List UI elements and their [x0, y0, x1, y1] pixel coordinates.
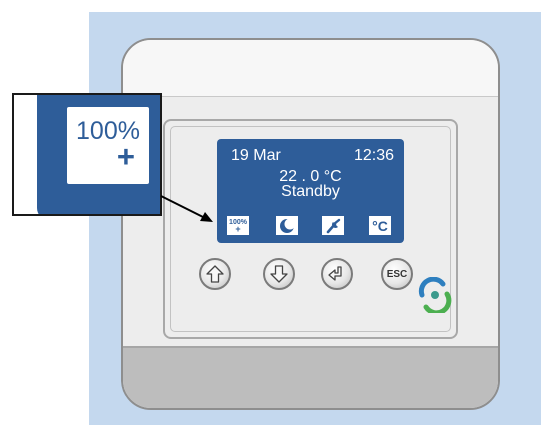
esc-button[interactable]: ESC [381, 258, 413, 290]
wrench-icon-glyph [326, 218, 341, 233]
boost-plus-label: + [235, 223, 241, 234]
zoom-percent-label: 100% [76, 117, 140, 145]
zoom-boost-card: 100% + [67, 107, 149, 184]
display-date: 19 Mar [231, 147, 281, 164]
device-top-section [123, 40, 498, 97]
display-time: 12:36 [353, 147, 394, 164]
enter-icon [328, 266, 342, 281]
moon-icon[interactable] [276, 216, 298, 235]
up-arrow-icon [206, 265, 224, 283]
device-bottom-section [123, 346, 498, 408]
down-button[interactable] [263, 258, 295, 290]
enter-button[interactable] [321, 258, 353, 290]
wrench-icon[interactable] [322, 216, 344, 235]
zoom-plus-label: + [116, 139, 135, 174]
celsius-icon[interactable]: °C [369, 216, 391, 235]
up-button[interactable] [199, 258, 231, 290]
boost-icon[interactable]: 100% + [227, 216, 249, 235]
moon-icon-glyph [280, 218, 295, 233]
brand-logo-icon [418, 277, 452, 313]
display-mode: Standby [281, 183, 340, 200]
lcd-screen: 19 Mar 12:36 22 . 0 °C Standby 100% + °C [217, 139, 404, 243]
display-temperature: 22 . 0 °C [279, 168, 342, 185]
down-arrow-icon [270, 265, 288, 283]
zoom-panel: 100% + [37, 95, 160, 214]
zoom-callout: 100% + [12, 93, 162, 216]
